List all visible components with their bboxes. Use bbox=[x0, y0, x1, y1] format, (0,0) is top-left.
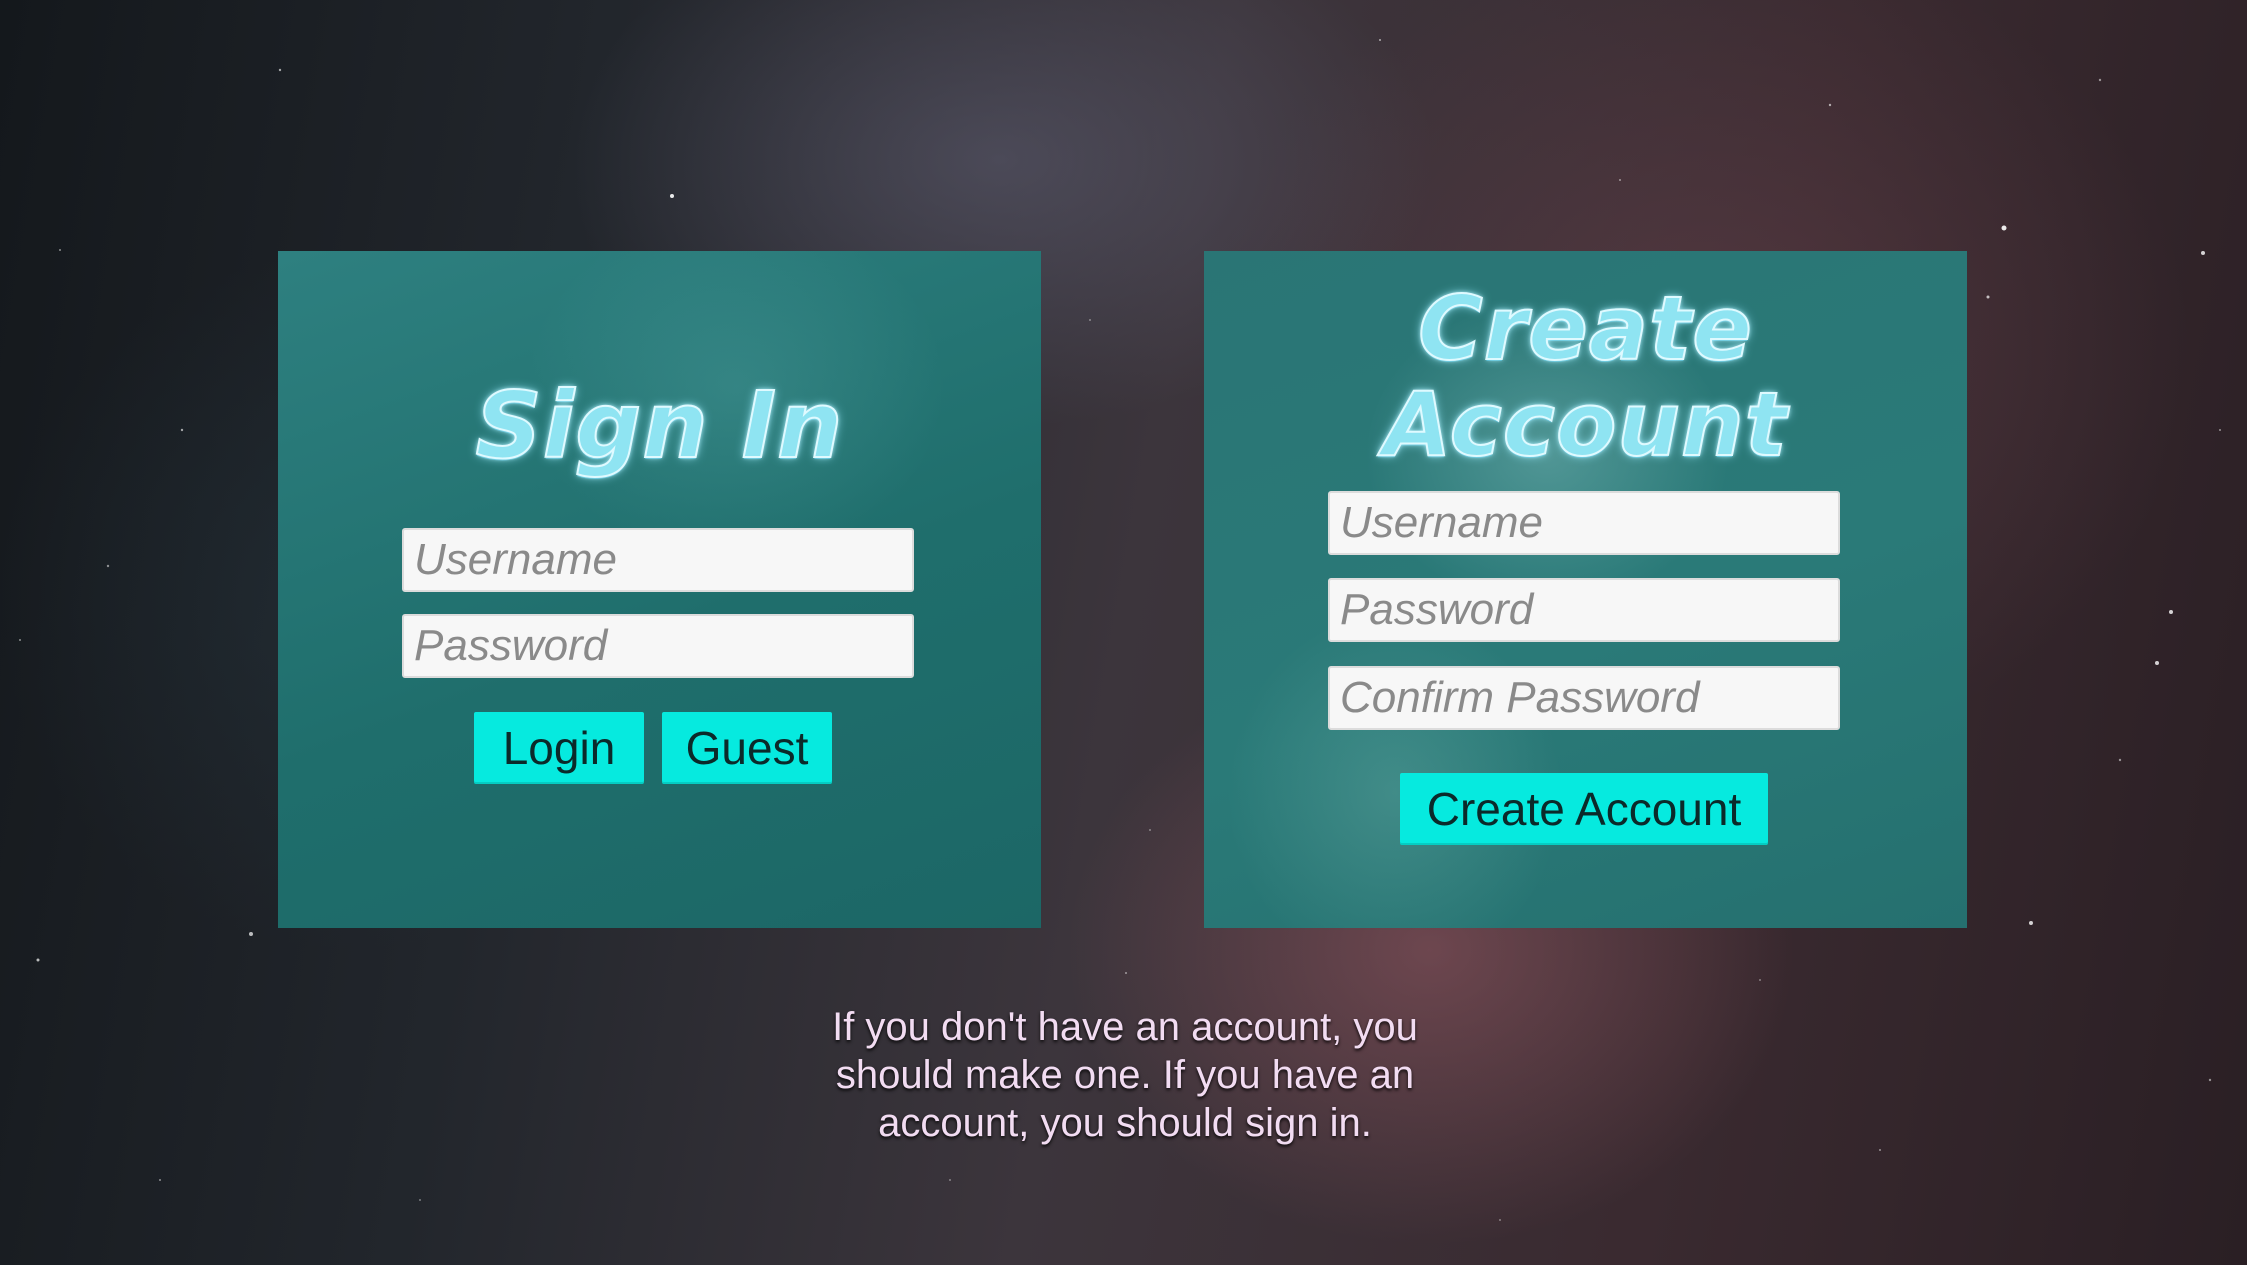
create-account-title: Create Account bbox=[1204, 277, 1967, 476]
create-account-title-line1: Create bbox=[1417, 277, 1753, 380]
create-account-button[interactable]: Create Account bbox=[1400, 773, 1768, 845]
sign-in-username-input[interactable] bbox=[402, 528, 914, 592]
help-text: If you don't have an account, you should… bbox=[832, 1005, 1418, 1145]
login-button[interactable]: Login bbox=[474, 712, 644, 784]
create-password-input[interactable] bbox=[1328, 578, 1840, 642]
create-account-panel: Create Account Create Account bbox=[1204, 251, 1967, 928]
sign-in-password-input[interactable] bbox=[402, 614, 914, 678]
create-username-input[interactable] bbox=[1328, 491, 1840, 555]
guest-button[interactable]: Guest bbox=[662, 712, 832, 784]
sign-in-title: Sign In bbox=[475, 372, 844, 479]
sign-in-panel: Sign In Login Guest bbox=[278, 251, 1041, 928]
confirm-password-input[interactable] bbox=[1328, 666, 1840, 730]
create-account-title-line2: Account bbox=[1382, 373, 1788, 476]
